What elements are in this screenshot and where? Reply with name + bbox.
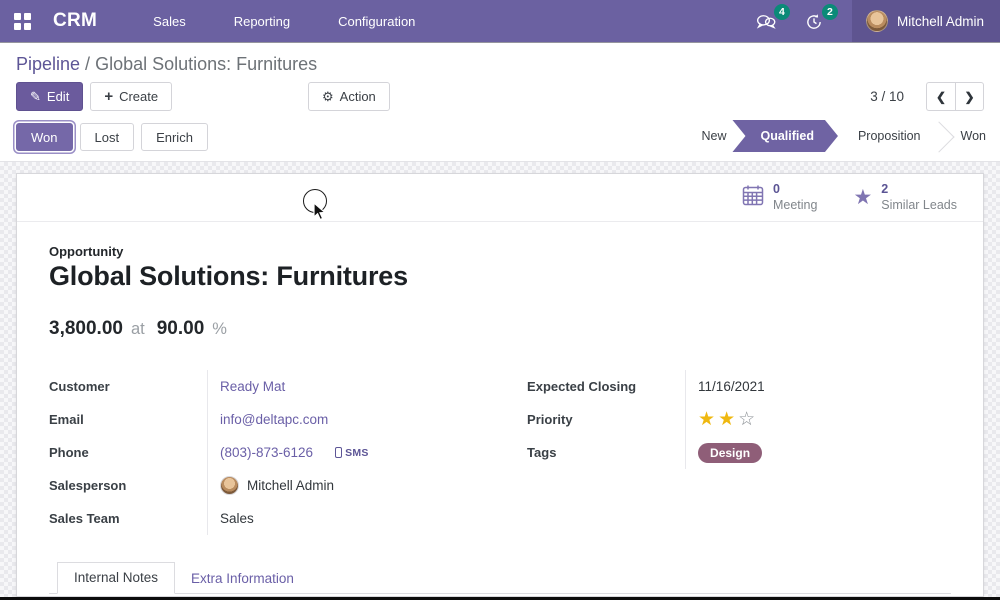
control-panel: Pipeline / Global Solutions: Furnitures … <box>0 42 1000 162</box>
salesperson-avatar <box>220 476 239 495</box>
top-navbar: CRM Sales Reporting Configuration 4 2 Mi… <box>0 0 1000 42</box>
email-row: Email info@deltapc.com <box>49 403 473 436</box>
mobile-phone-icon <box>335 447 342 458</box>
sales-team-label: Sales Team <box>49 511 207 526</box>
app-name[interactable]: CRM <box>53 10 97 32</box>
expected-closing-row: Expected Closing 11/16/2021 <box>527 370 951 403</box>
user-menu[interactable]: Mitchell Admin <box>852 0 1000 42</box>
user-name: Mitchell Admin <box>897 14 984 29</box>
nav-menus: Sales Reporting Configuration <box>133 2 435 41</box>
email-link[interactable]: info@deltapc.com <box>220 412 328 427</box>
menu-configuration[interactable]: Configuration <box>318 2 435 41</box>
expected-closing-value[interactable]: 11/16/2021 <box>698 379 765 394</box>
messages-icon[interactable]: 4 <box>756 10 782 32</box>
customer-label: Customer <box>49 379 207 394</box>
won-button[interactable]: Won <box>16 123 73 151</box>
record-type-label: Opportunity <box>49 244 951 259</box>
breadcrumb: Pipeline / Global Solutions: Furnitures <box>0 42 1000 75</box>
tag-design[interactable]: Design <box>698 443 762 463</box>
pencil-icon: ✎ <box>30 89 41 105</box>
pager-value: 3 / 10 <box>870 89 904 104</box>
form-sheet: Opportunity Global Solutions: Furnitures… <box>17 222 983 594</box>
customer-row: Customer Ready Mat <box>49 370 473 403</box>
opportunity-title: Global Solutions: Furnitures <box>49 261 951 292</box>
star-icon: ★ <box>853 187 872 208</box>
pager-previous-button[interactable]: ❮ <box>926 82 955 111</box>
priority-star-2[interactable]: ★ <box>718 410 735 429</box>
enrich-button[interactable]: Enrich <box>141 123 208 151</box>
plus-icon: + <box>104 88 113 105</box>
activities-icon[interactable]: 2 <box>804 10 830 32</box>
phone-label: Phone <box>49 445 207 460</box>
create-button[interactable]: + Create <box>90 82 172 111</box>
messages-badge: 4 <box>774 4 790 20</box>
priority-star-1[interactable]: ★ <box>698 410 715 429</box>
tab-internal-notes[interactable]: Internal Notes <box>57 562 175 594</box>
user-avatar <box>866 10 888 32</box>
opportunity-form-card: 0 Meeting ★ 2 Similar Leads Opportunity … <box>16 173 984 597</box>
sales-team-value[interactable]: Sales <box>220 511 254 526</box>
pager-next-button[interactable]: ❯ <box>955 82 984 111</box>
breadcrumb-current: Global Solutions: Furnitures <box>95 54 317 74</box>
breadcrumb-pipeline-link[interactable]: Pipeline <box>16 54 80 74</box>
expected-closing-label: Expected Closing <box>527 379 685 394</box>
stage-proposition[interactable]: Proposition <box>838 120 941 152</box>
expected-revenue-row: 3,800.00 at 90.00 % <box>49 318 951 340</box>
sales-team-row: Sales Team Sales <box>49 502 473 535</box>
stage-qualified[interactable]: Qualified <box>732 120 837 152</box>
meeting-stat-button[interactable]: 0 Meeting <box>724 174 835 221</box>
salesperson-value[interactable]: Mitchell Admin <box>247 478 334 493</box>
edit-button[interactable]: ✎ Edit <box>16 82 83 111</box>
priority-label: Priority <box>527 412 685 427</box>
stage-ribbon: New Qualified Proposition Won <box>681 120 1000 152</box>
phone-link[interactable]: (803)-873-6126 <box>220 445 313 460</box>
priority-star-3[interactable]: ☆ <box>738 410 755 429</box>
lost-button[interactable]: Lost <box>80 123 135 151</box>
probability-value: 90.00 <box>157 318 205 340</box>
left-field-group: Customer Ready Mat Email info@deltapc.co… <box>49 370 473 535</box>
similar-leads-label: Similar Leads <box>881 198 957 214</box>
sms-button[interactable]: SMS <box>335 447 369 459</box>
meeting-label: Meeting <box>773 198 817 214</box>
customer-link[interactable]: Ready Mat <box>220 379 285 394</box>
notebook-tabs: Internal Notes Extra Information <box>49 561 951 594</box>
meeting-count: 0 <box>773 182 817 198</box>
at-label: at <box>131 320 145 339</box>
menu-sales[interactable]: Sales <box>133 2 206 41</box>
action-button[interactable]: ⚙ Action <box>308 82 390 111</box>
tags-label: Tags <box>527 445 685 460</box>
menu-reporting[interactable]: Reporting <box>214 2 310 41</box>
expected-revenue-value: 3,800.00 <box>49 318 123 340</box>
calendar-icon <box>742 184 764 211</box>
pager: 3 / 10 ❮ ❯ <box>870 82 984 111</box>
stat-button-bar: 0 Meeting ★ 2 Similar Leads <box>17 174 983 222</box>
salesperson-row: Salesperson Mitchell Admin <box>49 469 473 502</box>
percent-sign: % <box>212 320 227 339</box>
breadcrumb-separator: / <box>80 54 95 74</box>
salesperson-label: Salesperson <box>49 478 207 493</box>
similar-leads-stat-button[interactable]: ★ 2 Similar Leads <box>835 174 975 221</box>
similar-leads-count: 2 <box>881 182 957 198</box>
activities-badge: 2 <box>822 4 838 20</box>
gear-icon: ⚙ <box>322 89 334 105</box>
priority-row: Priority ★ ★ ☆ <box>527 403 951 436</box>
tab-extra-information[interactable]: Extra Information <box>175 564 310 594</box>
right-field-group: Expected Closing 11/16/2021 Priority ★ ★… <box>527 370 951 535</box>
apps-grid-icon[interactable] <box>14 13 31 30</box>
email-label: Email <box>49 412 207 427</box>
phone-row: Phone (803)-873-6126 SMS <box>49 436 473 469</box>
tags-row: Tags Design <box>527 436 951 469</box>
